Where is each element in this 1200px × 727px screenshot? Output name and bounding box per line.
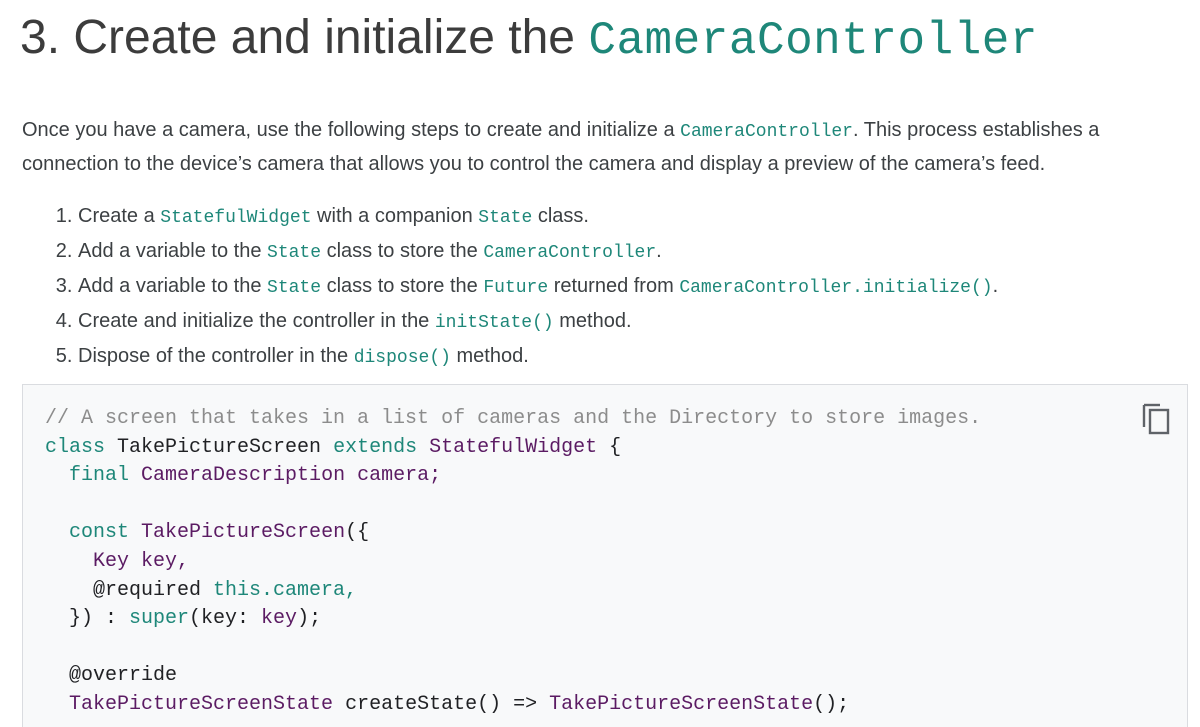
code-punct: (); bbox=[813, 692, 850, 716]
code-punct: { bbox=[597, 435, 622, 459]
code-keyword: class bbox=[45, 435, 106, 459]
step-text: Create and initialize the controller in … bbox=[78, 310, 435, 332]
step-text: method. bbox=[450, 345, 529, 367]
code-keyword: extends bbox=[333, 435, 418, 459]
code-identifier: key, bbox=[129, 549, 190, 573]
code-type: Key bbox=[93, 549, 130, 573]
step-text: class to store the bbox=[321, 275, 484, 297]
page-title-text: 3. Create and initialize the bbox=[20, 11, 589, 64]
code-keyword: final bbox=[69, 464, 130, 488]
step-code: CameraController.initialize() bbox=[679, 278, 993, 298]
step-item: Add a variable to the State class to sto… bbox=[78, 235, 1198, 270]
copy-button[interactable] bbox=[1141, 401, 1171, 435]
step-code: dispose() bbox=[353, 348, 451, 368]
step-item: Create a StatefulWidget with a companion… bbox=[78, 200, 1198, 235]
code-block: // A screen that takes in a list of came… bbox=[22, 384, 1188, 727]
intro-paragraph: Once you have a camera, use the followin… bbox=[22, 114, 1192, 180]
step-text: Add a variable to the bbox=[78, 240, 268, 262]
code-type: TakePictureScreenState bbox=[69, 692, 334, 716]
code-keyword: this bbox=[213, 578, 262, 602]
doc-page: 3. Create and initialize the CameraContr… bbox=[0, 0, 1200, 727]
step-text: class to store the bbox=[321, 240, 484, 262]
steps-list: Create a StatefulWidget with a companion… bbox=[22, 200, 1198, 375]
intro-code: CameraController bbox=[680, 122, 853, 142]
page-title: 3. Create and initialize the CameraContr… bbox=[20, 2, 1038, 77]
code-punct: ({ bbox=[345, 521, 370, 545]
step-text: Dispose of the controller in the bbox=[78, 345, 354, 367]
code-annotation: @required bbox=[45, 578, 214, 602]
step-code: State bbox=[267, 278, 322, 298]
code-punct: (key: bbox=[189, 607, 262, 631]
step-item: Add a variable to the State class to sto… bbox=[78, 270, 1198, 305]
code-identifier: .camera, bbox=[261, 578, 358, 602]
step-text: returned from bbox=[548, 275, 680, 297]
step-code: State bbox=[478, 208, 533, 228]
code-punct: ); bbox=[297, 607, 322, 631]
step-text: class. bbox=[532, 205, 589, 227]
step-code: initState() bbox=[434, 313, 554, 333]
code-keyword: const bbox=[69, 521, 130, 545]
step-text: . bbox=[992, 275, 999, 297]
code-comment: // A screen that takes in a list of came… bbox=[45, 407, 982, 430]
code-identifier: key bbox=[261, 607, 298, 631]
step-code: Future bbox=[483, 278, 549, 298]
step-item: Dispose of the controller in the dispose… bbox=[78, 340, 1198, 375]
step-code: State bbox=[267, 243, 322, 263]
step-text: . bbox=[656, 240, 662, 262]
code-type: CameraDescription bbox=[129, 464, 346, 488]
page-title-code: CameraController bbox=[588, 15, 1039, 67]
step-text: with a companion bbox=[311, 205, 479, 227]
intro-text-1: Once you have a camera, use the followin… bbox=[22, 119, 681, 141]
code-punct: }) : bbox=[45, 607, 130, 631]
step-text: method. bbox=[553, 310, 632, 332]
code-annotation: @override bbox=[45, 664, 178, 688]
code-identifier: TakePictureScreenState bbox=[549, 692, 814, 716]
step-code: CameraController bbox=[483, 243, 657, 263]
code-keyword: super bbox=[129, 607, 190, 631]
step-item: Create and initialize the controller in … bbox=[78, 305, 1198, 340]
step-code: StatefulWidget bbox=[160, 208, 312, 228]
code-identifier: camera; bbox=[345, 464, 442, 488]
copy-icon bbox=[1142, 403, 1170, 435]
code-type: StatefulWidget bbox=[417, 435, 598, 459]
code-listing: // A screen that takes in a list of came… bbox=[45, 405, 981, 720]
step-text: Add a variable to the bbox=[78, 275, 268, 297]
step-text: Create a bbox=[78, 205, 161, 227]
code-identifier: TakePictureScreen bbox=[105, 435, 334, 459]
code-punct: createState() => bbox=[333, 692, 550, 716]
code-identifier: TakePictureScreen bbox=[129, 521, 346, 545]
